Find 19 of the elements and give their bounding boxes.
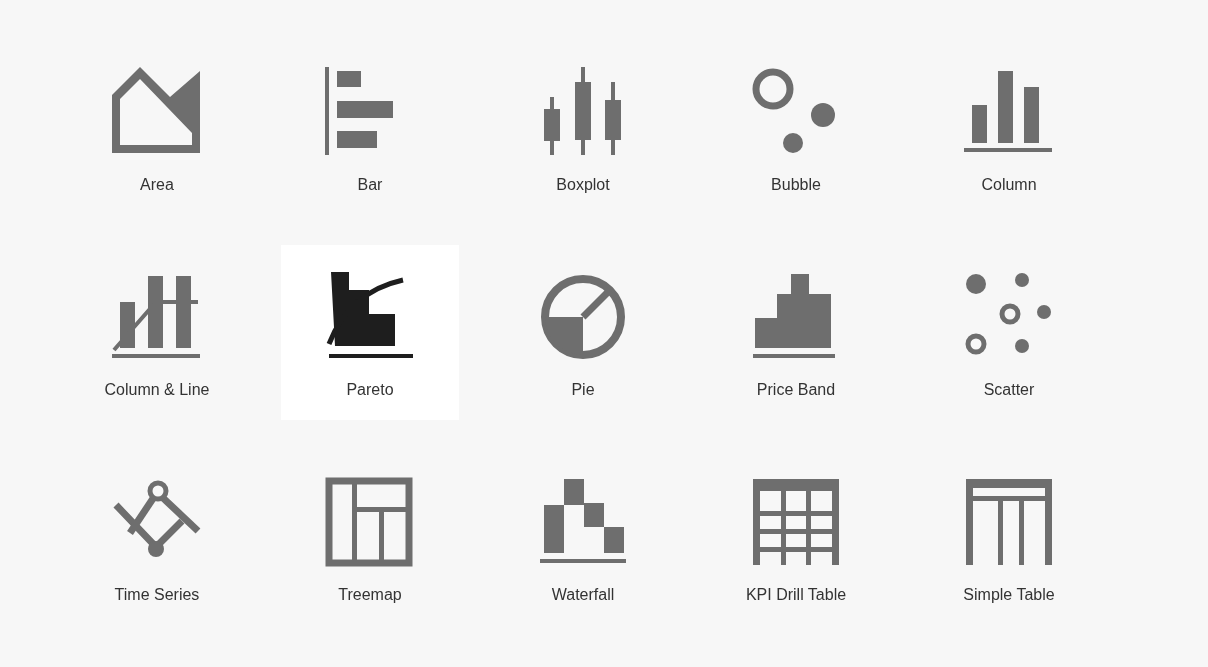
table-icon [964,477,1054,567]
chart-type-tile[interactable]: Pie [494,245,672,420]
chart-type-tile[interactable]: KPI Drill Table [707,450,885,625]
chart-type-tile[interactable]: Treemap [281,450,459,625]
pie-chart-icon [538,272,628,362]
chart-type-tile[interactable]: Simple Table [920,450,1098,625]
chart-type-tile[interactable]: Time Series [68,450,246,625]
chart-type-tile[interactable]: Bar [281,40,459,215]
chart-type-tile[interactable]: Boxplot [494,40,672,215]
chart-type-tile[interactable]: Price Band [707,245,885,420]
chart-type-tile[interactable]: Pareto [281,245,459,420]
chart-type-tile[interactable]: Waterfall [494,450,672,625]
treemap-icon [325,477,415,567]
chart-type-tile[interactable]: Column & Line [68,245,246,420]
chart-type-tile[interactable]: Column [920,40,1098,215]
chart-type-tile[interactable]: Scatter [920,245,1098,420]
chart-type-tile[interactable]: Bubble [707,40,885,215]
table-grid-icon [751,477,841,567]
chart-type-tile[interactable]: Area [68,40,246,215]
